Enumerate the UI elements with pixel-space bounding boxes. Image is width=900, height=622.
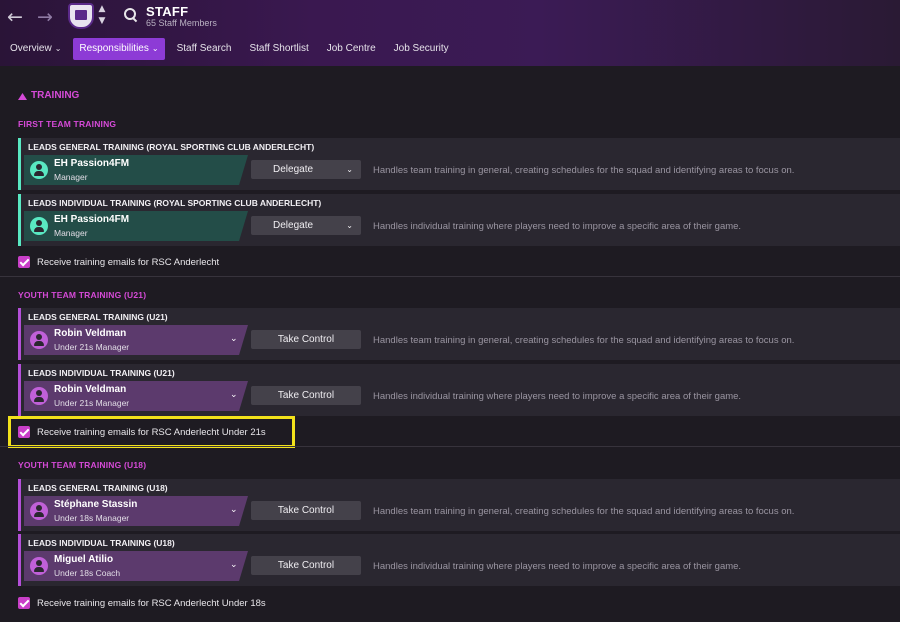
- staff-dropdown[interactable]: Miguel Atilio Under 18s Coach ⌄: [24, 551, 248, 581]
- row-title: LEADS GENERAL TRAINING (U21): [28, 312, 168, 322]
- chevron-down-icon[interactable]: ⌄: [230, 560, 238, 570]
- staff-name[interactable]: Miguel Atilio: [54, 554, 113, 565]
- row-description: Handles individual training where player…: [373, 391, 742, 402]
- responsibility-row: LEADS GENERAL TRAINING (U18) Stéphane St…: [18, 479, 900, 531]
- row-description: Handles individual training where player…: [373, 221, 742, 232]
- staff-name[interactable]: EH Passion4FM: [54, 158, 129, 169]
- take-control-button[interactable]: Take Control: [251, 386, 361, 405]
- group-title-u18: YOUTH TEAM TRAINING (U18): [18, 460, 147, 470]
- forward-arrow-icon[interactable]: →: [34, 6, 56, 28]
- highlight-box: [8, 416, 295, 448]
- responsibility-row: LEADS INDIVIDUAL TRAINING (ROYAL SPORTIN…: [18, 194, 900, 246]
- staff-name[interactable]: Stéphane Stassin: [54, 499, 137, 510]
- avatar-icon: [30, 387, 48, 405]
- avatar-icon: [30, 331, 48, 349]
- row-description: Handles individual training where player…: [373, 561, 742, 572]
- responsibility-row: LEADS INDIVIDUAL TRAINING (U18) Miguel A…: [18, 534, 900, 586]
- tab-job-centre[interactable]: Job Centre: [321, 38, 382, 60]
- page-subtitle: 65 Staff Members: [146, 18, 217, 28]
- updown-chevron-icon[interactable]: ▲ ▼: [96, 3, 108, 29]
- staff-name[interactable]: Robin Veldman: [54, 384, 126, 395]
- staff-name[interactable]: EH Passion4FM: [54, 214, 129, 225]
- dropdown-label: Delegate: [273, 164, 314, 175]
- section-divider: [0, 446, 900, 447]
- training-emails-u18[interactable]: Receive training emails for RSC Anderlec…: [18, 596, 266, 610]
- chevron-down-icon[interactable]: ⌄: [230, 505, 238, 515]
- avatar-icon: [30, 161, 48, 179]
- staff-name[interactable]: Robin Veldman: [54, 328, 126, 339]
- tab-staff-shortlist[interactable]: Staff Shortlist: [243, 38, 314, 60]
- avatar-icon: [30, 557, 48, 575]
- avatar-icon: [30, 217, 48, 235]
- take-control-button[interactable]: Take Control: [251, 330, 361, 349]
- tab-responsibilities[interactable]: Responsibilities ⌄: [73, 38, 165, 60]
- section-title-text: TRAINING: [31, 90, 80, 101]
- row-accent: [18, 138, 21, 190]
- staff-card[interactable]: EH Passion4FM Manager: [24, 211, 248, 241]
- top-bar: ← → ▲ ▼ STAFF 65 Staff Members Overview ⌄ …: [0, 0, 900, 66]
- staff-role: Manager: [54, 172, 88, 182]
- tab-overview[interactable]: Overview ⌄: [4, 38, 67, 60]
- staff-role: Under 21s Manager: [54, 342, 130, 352]
- tab-bar: Overview ⌄ Responsibilities ⌄ Staff Search…: [4, 38, 461, 60]
- avatar-icon: [30, 502, 48, 520]
- row-title: LEADS GENERAL TRAINING (ROYAL SPORTING C…: [28, 142, 315, 152]
- row-title: LEADS GENERAL TRAINING (U18): [28, 483, 168, 493]
- chevron-down-icon: ⌄: [346, 221, 353, 230]
- search-icon[interactable]: [124, 8, 138, 22]
- checkbox-checked-icon[interactable]: [18, 597, 30, 609]
- row-title: LEADS INDIVIDUAL TRAINING (U18): [28, 538, 175, 548]
- checkbox-label: Receive training emails for RSC Anderlec…: [37, 256, 220, 268]
- tab-job-security[interactable]: Job Security: [388, 38, 455, 60]
- staff-role: Under 18s Manager: [54, 513, 130, 523]
- chevron-down-icon: ⌄: [151, 44, 159, 53]
- chevron-down-icon: ⌄: [346, 165, 353, 174]
- staff-card[interactable]: EH Passion4FM Manager: [24, 155, 248, 185]
- row-accent: [18, 194, 21, 246]
- row-accent: [18, 308, 21, 360]
- section-divider: [0, 276, 900, 277]
- responsibility-row: LEADS INDIVIDUAL TRAINING (U21) Robin Ve…: [18, 364, 900, 416]
- tab-label: Responsibilities: [79, 43, 149, 54]
- delegate-dropdown[interactable]: Delegate ⌄: [251, 216, 361, 235]
- row-title: LEADS INDIVIDUAL TRAINING (ROYAL SPORTIN…: [28, 198, 322, 208]
- row-accent: [18, 534, 21, 586]
- staff-role: Under 18s Coach: [54, 568, 121, 578]
- row-description: Handles team training in general, creati…: [373, 506, 795, 517]
- staff-dropdown[interactable]: Robin Veldman Under 21s Manager ⌄: [24, 381, 248, 411]
- training-icon: [18, 91, 27, 100]
- row-accent: [18, 479, 21, 531]
- back-arrow-icon[interactable]: ←: [4, 6, 26, 28]
- dropdown-label: Delegate: [273, 220, 314, 231]
- staff-role: Under 21s Manager: [54, 398, 130, 408]
- staff-dropdown[interactable]: Stéphane Stassin Under 18s Manager ⌄: [24, 496, 248, 526]
- staff-dropdown[interactable]: Robin Veldman Under 21s Manager ⌄: [24, 325, 248, 355]
- take-control-button[interactable]: Take Control: [251, 556, 361, 575]
- club-badge-icon[interactable]: [68, 3, 94, 29]
- delegate-dropdown[interactable]: Delegate ⌄: [251, 160, 361, 179]
- row-title: LEADS INDIVIDUAL TRAINING (U21): [28, 368, 175, 378]
- staff-role: Manager: [54, 228, 88, 238]
- chevron-down-icon[interactable]: ⌄: [230, 390, 238, 400]
- training-emails-first-team[interactable]: Receive training emails for RSC Anderlec…: [18, 255, 219, 269]
- chevron-down-icon: ⌄: [54, 44, 62, 53]
- tab-label: Overview: [10, 43, 52, 54]
- page-title: STAFF: [146, 4, 189, 19]
- row-description: Handles team training in general, creati…: [373, 165, 795, 176]
- take-control-button[interactable]: Take Control: [251, 501, 361, 520]
- section-title-training: TRAINING: [18, 90, 79, 101]
- responsibility-row: LEADS GENERAL TRAINING (U21) Robin Veldm…: [18, 308, 900, 360]
- row-description: Handles team training in general, creati…: [373, 335, 795, 346]
- tab-staff-search[interactable]: Staff Search: [171, 38, 238, 60]
- chevron-down-icon[interactable]: ⌄: [230, 334, 238, 344]
- responsibility-row: LEADS GENERAL TRAINING (ROYAL SPORTING C…: [18, 138, 900, 190]
- row-accent: [18, 364, 21, 416]
- checkbox-label: Receive training emails for RSC Anderlec…: [37, 597, 266, 609]
- group-title-first-team: FIRST TEAM TRAINING: [18, 119, 117, 129]
- group-title-u21: YOUTH TEAM TRAINING (U21): [18, 290, 147, 300]
- checkbox-checked-icon[interactable]: [18, 256, 30, 268]
